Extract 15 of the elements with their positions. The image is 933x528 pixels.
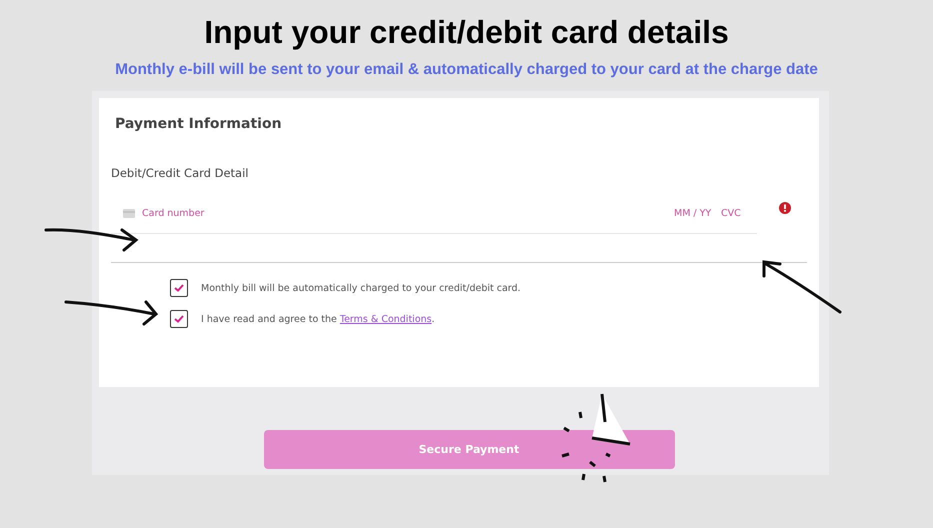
secure-payment-button[interactable]: Secure Payment: [264, 430, 674, 469]
checkbox-label: Monthly bill will be automatically charged to your credit/debit card.: [201, 282, 521, 294]
section-label: Debit/Credit Card Detail: [111, 166, 250, 180]
checkbox[interactable]: [170, 310, 188, 328]
cvc-field[interactable]: CVC: [721, 208, 745, 219]
terms-link[interactable]: Terms & Conditions: [340, 314, 432, 324]
page-heading: Input your credit/debit card details: [204, 14, 729, 51]
expiry-field[interactable]: MM / YY: [674, 208, 714, 219]
page-subheading: Monthly e-bill will be sent to your email & automatically charged to your card at the charge date: [115, 61, 818, 79]
checkmark-icon: [174, 284, 184, 292]
checkbox-label: I have read and agree to the Terms & Conditions.: [201, 314, 435, 324]
card-icon: [123, 209, 135, 218]
checkmark-icon: [174, 315, 184, 323]
checkbox[interactable]: [170, 279, 188, 297]
form-title: Payment Information: [115, 116, 283, 132]
